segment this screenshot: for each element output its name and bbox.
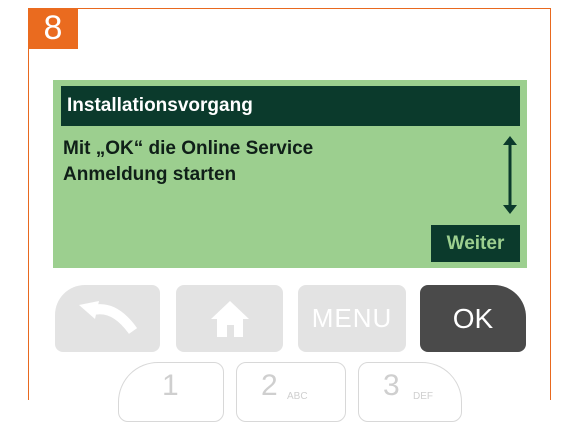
home-icon xyxy=(210,300,249,337)
step-number-badge: 8 xyxy=(28,8,78,49)
numpad-key-3[interactable]: 3 DEF xyxy=(358,362,462,422)
numpad-key-letters: DEF xyxy=(413,391,433,402)
display-message-line-2: Anmeldung starten xyxy=(63,164,237,185)
numpad-key-letters: ABC xyxy=(287,391,308,402)
softkey-weiter[interactable]: Weiter xyxy=(431,225,520,262)
home-button[interactable] xyxy=(176,285,283,352)
display-title: Installationsvorgang xyxy=(61,86,520,126)
back-arrow-icon xyxy=(78,300,137,334)
ok-button[interactable]: OK xyxy=(420,285,526,352)
display-message: Mit „OK“ die Online Service Anmeldung st… xyxy=(63,136,483,188)
numpad-key-2[interactable]: 2 ABC xyxy=(236,362,346,422)
lcd-display: Installationsvorgang Mit „OK“ die Online… xyxy=(53,80,527,268)
menu-button[interactable]: MENU xyxy=(298,285,406,352)
numpad-key-1[interactable]: 1 xyxy=(118,362,224,422)
scroll-indicator-icon xyxy=(503,136,517,214)
display-message-line-1: Mit „OK“ die Online Service xyxy=(63,138,314,159)
back-button[interactable] xyxy=(55,285,160,352)
